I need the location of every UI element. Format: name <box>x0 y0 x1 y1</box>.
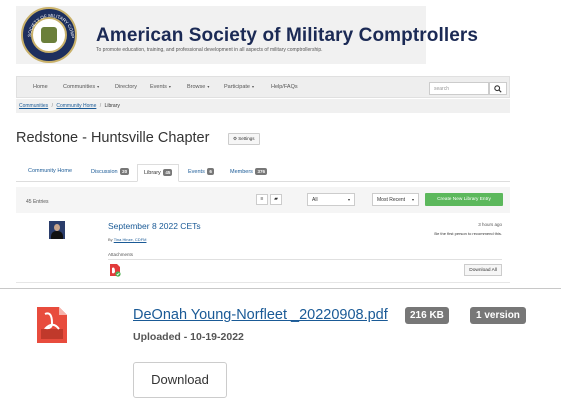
main-nav: Home Communities ▾ Directory Events ▾ Brow… <box>16 76 510 98</box>
svg-text:SOCIETY OF MILITARY COMPTROLLE: SOCIETY OF MILITARY COMPTROLLERS <box>23 9 75 38</box>
nav-item-label: Directory <box>115 84 138 90</box>
community-tabs: Community Home Discussion 20 Library 45 … <box>16 164 510 182</box>
search-input[interactable]: search <box>429 82 489 95</box>
tab-label: Members <box>230 169 253 175</box>
list-view-button[interactable]: ≡ <box>256 194 268 205</box>
create-library-entry-button[interactable]: Create New Library Entry <box>425 193 503 206</box>
nav-item-label: Home <box>33 84 48 90</box>
divider <box>108 259 502 260</box>
folder-view-button[interactable]: ▰ <box>270 194 282 205</box>
tab-label: Discussion <box>91 169 118 175</box>
breadcrumb-library: Library <box>104 103 120 109</box>
divider <box>0 288 561 289</box>
search-icon <box>494 85 502 93</box>
nav-item-label: Communities <box>63 84 96 90</box>
breadcrumb-separator: / <box>51 103 53 109</box>
sort-select[interactable]: Most Recent ▾ <box>372 193 419 206</box>
chevron-down-icon: ▾ <box>252 84 255 89</box>
count-badge: 20 <box>120 168 130 175</box>
avatar-face <box>54 224 60 231</box>
chevron-down-icon: ▾ <box>168 84 171 89</box>
site-title[interactable]: American Society of Military Comptroller… <box>96 25 478 47</box>
tab-events[interactable]: Events 6 <box>188 168 214 182</box>
breadcrumb-community-home[interactable]: Community Home <box>56 103 96 109</box>
attachments-label: Attachments <box>108 252 134 257</box>
site-banner: SOCIETY OF MILITARY COMPTROLLERS America… <box>16 6 478 64</box>
document-file-link[interactable]: DeOnah Young-Norfleet _20220908.pdf <box>133 307 388 323</box>
filter-select[interactable]: All ▾ <box>307 193 355 206</box>
nav-item-browse[interactable]: Browse ▾ <box>187 84 209 90</box>
author-link[interactable]: Tina Hinze, CDFM <box>114 237 147 242</box>
nav-item-label: Browse <box>187 84 206 90</box>
file-size-badge: 216 KB <box>405 307 449 324</box>
tab-members[interactable]: Members 376 <box>230 168 267 182</box>
folder-icon: ▰ <box>274 196 278 202</box>
chevron-down-icon: ▾ <box>411 197 414 202</box>
avatar[interactable] <box>49 221 65 239</box>
tab-discussion[interactable]: Discussion 20 <box>91 168 130 182</box>
pdf-file-icon[interactable] <box>109 263 121 277</box>
uploaded-date: Uploaded - 10-19-2022 <box>133 331 244 343</box>
tab-label: Library <box>144 170 161 176</box>
chevron-down-icon: ▾ <box>347 197 350 202</box>
nav-item-events[interactable]: Events ▾ <box>150 84 171 90</box>
nav-item-help-faqs[interactable]: Help/FAQs <box>271 84 298 90</box>
chevron-down-icon: ▾ <box>97 84 100 89</box>
site-tagline: To promote education, training, and prof… <box>96 47 323 53</box>
download-button[interactable]: Download <box>133 362 227 398</box>
chevron-down-icon: ▾ <box>207 84 210 89</box>
count-badge: 6 <box>207 168 214 175</box>
tab-community-home[interactable]: Community Home <box>28 168 72 182</box>
seal-ring-text-graphic: SOCIETY OF MILITARY COMPTROLLERS <box>23 9 75 38</box>
nav-item-home[interactable]: Home <box>33 84 48 90</box>
list-view-icon: ≡ <box>260 196 264 202</box>
tab-label: Community Home <box>28 168 73 174</box>
avatar-body <box>51 231 63 239</box>
tab-library[interactable]: Library 45 <box>137 164 180 182</box>
entries-count: 45 Entries <box>26 199 49 205</box>
sort-value: Most Recent <box>377 197 406 203</box>
tab-label: Events <box>188 169 205 175</box>
entry-byline: By Tina Hinze, CDFM <box>108 237 146 242</box>
count-badge: 376 <box>255 168 267 175</box>
filter-value: All <box>312 197 318 203</box>
version-badge[interactable]: 1 version <box>470 307 526 324</box>
download-all-button[interactable]: Download All <box>464 264 502 276</box>
breadcrumb-separator: / <box>99 103 102 109</box>
recommend-text: Be the first person to recommend this. <box>434 231 502 236</box>
breadcrumb: Communities / Community Home / Library <box>16 99 510 113</box>
byline-prefix: By <box>108 237 113 242</box>
entry-timestamp: 3 hours ago <box>478 222 502 227</box>
entry-title-link[interactable]: September 8 2022 CETs <box>108 221 201 231</box>
settings-button[interactable]: ⚙ Settings <box>228 133 260 145</box>
library-entry: September 8 2022 CETs By Tina Hinze, CDF… <box>16 213 510 283</box>
nav-item-label: Participate <box>224 84 250 90</box>
count-badge: 45 <box>163 169 173 176</box>
search-button[interactable] <box>489 82 507 95</box>
nav-item-label: Events <box>150 84 167 90</box>
page-title: Redstone - Huntsville Chapter <box>16 130 210 146</box>
nav-item-communities[interactable]: Communities ▾ <box>63 84 99 90</box>
nav-item-label: Help/FAQs <box>271 84 298 90</box>
nav-item-participate[interactable]: Participate ▾ <box>224 84 254 90</box>
breadcrumb-communities[interactable]: Communities <box>19 103 48 109</box>
pdf-file-icon <box>37 307 67 343</box>
nav-item-directory[interactable]: Directory <box>115 84 137 90</box>
library-toolbar: 45 Entries ≡ ▰ All ▾ Most Recent ▾ Create … <box>16 187 510 213</box>
asmc-seal-logo[interactable]: SOCIETY OF MILITARY COMPTROLLERS <box>21 7 77 63</box>
